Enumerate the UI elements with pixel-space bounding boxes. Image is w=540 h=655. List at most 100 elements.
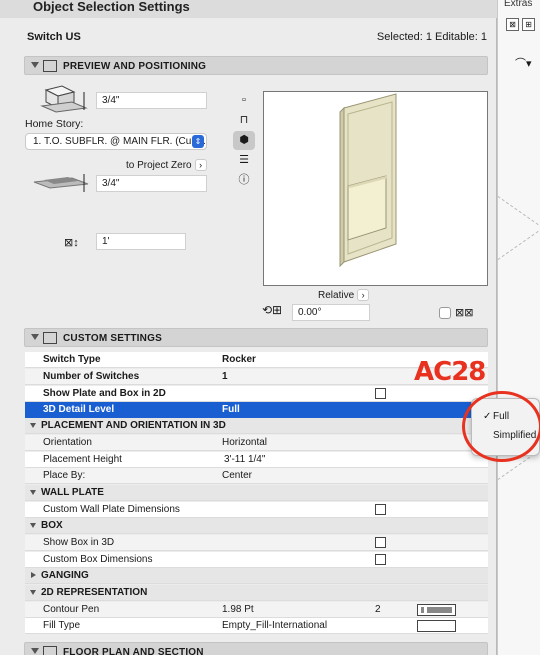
pen-swatch[interactable] <box>417 604 456 616</box>
param-row-3d-detail-level[interactable]: 3D Detail Level Full <box>25 402 488 418</box>
fill-swatch[interactable] <box>417 620 456 632</box>
param-row-custom-box[interactable]: Custom Box Dimensions <box>25 552 488 568</box>
param-group-placement[interactable]: PLACEMENT AND ORIENTATION IN 3D <box>25 418 488 434</box>
param-label: Fill Type <box>43 620 81 631</box>
section-view-icon[interactable]: ⊓ <box>233 111 255 130</box>
section-floor-plan-header[interactable]: FLOOR PLAN AND SECTION <box>24 642 488 655</box>
offset-field[interactable]: 3/4" <box>96 175 207 192</box>
param-label: Show Plate and Box in 2D <box>43 388 166 399</box>
collapse-triangle-icon[interactable] <box>30 590 36 595</box>
plan-view-icon[interactable]: ▫ <box>233 91 255 110</box>
param-label: 3D Detail Level <box>43 404 115 415</box>
custom-wall-plate-checkbox[interactable] <box>375 504 386 515</box>
preview-section-icon <box>43 60 57 72</box>
guide-line <box>498 192 540 229</box>
param-value[interactable]: Empty_Fill-International <box>222 620 327 631</box>
group-label: 2D REPRESENTATION <box>41 587 148 598</box>
mirror-icons[interactable]: ⊠⊠ <box>455 306 473 319</box>
param-label: Place By: <box>43 470 86 481</box>
extras-menu[interactable]: Extras <box>504 0 532 9</box>
param-row-orientation[interactable]: Orientation Horizontal <box>25 435 488 451</box>
mirror-checkbox[interactable] <box>439 307 451 319</box>
collapse-triangle-icon[interactable] <box>31 648 39 654</box>
param-row-show-plate-box[interactable]: Show Plate and Box in 2D <box>25 386 488 402</box>
param-label: Number of Switches <box>43 371 140 382</box>
info-icon[interactable]: ⓘ <box>233 171 255 190</box>
size-field[interactable]: 1' <box>96 233 186 250</box>
param-value[interactable]: Full <box>222 404 240 415</box>
view-toolbar: ▫ ⊓ ⬢ ☰ ⓘ <box>233 91 257 191</box>
chevron-right-icon[interactable]: › <box>194 159 207 171</box>
param-value[interactable]: 3'-11 1/4" <box>224 454 265 465</box>
to-project-zero[interactable]: to Project Zero › <box>126 159 207 171</box>
to-project-zero-label: to Project Zero <box>126 160 192 171</box>
param-label: Custom Wall Plate Dimensions <box>43 504 180 515</box>
floor-plan-icon <box>43 646 57 655</box>
param-group-box[interactable]: BOX <box>25 518 488 534</box>
param-group-wall-plate[interactable]: WALL PLATE <box>25 485 488 501</box>
collapse-triangle-icon[interactable] <box>30 523 36 528</box>
rotation-angle-icon: ⟲⊞ <box>262 303 283 317</box>
list-view-icon[interactable]: ☰ <box>233 151 255 170</box>
pen-number[interactable]: 2 <box>375 604 381 615</box>
group-label: WALL PLATE <box>41 487 104 498</box>
param-group-ganging[interactable]: GANGING <box>25 568 488 584</box>
collapse-triangle-icon[interactable] <box>31 334 39 340</box>
object-settings-dialog: Object Selection Settings Switch US Sele… <box>0 0 497 655</box>
window-title: Object Selection Settings <box>0 0 497 18</box>
version-annotation: AC28 <box>414 357 486 387</box>
show-plate-checkbox[interactable] <box>375 388 386 399</box>
switch-plate-preview <box>339 93 397 268</box>
param-row-fill-type[interactable]: Fill Type Empty_Fill-International <box>25 618 488 634</box>
offset-plane-icon <box>33 174 89 192</box>
3d-preview[interactable] <box>263 91 488 286</box>
elevation-cube-icon <box>40 85 88 113</box>
custom-box-checkbox[interactable] <box>375 554 386 565</box>
param-row-custom-wall-plate[interactable]: Custom Wall Plate Dimensions <box>25 502 488 518</box>
collapse-triangle-icon[interactable] <box>31 62 39 68</box>
collapse-triangle-icon[interactable] <box>30 490 36 495</box>
selection-info: Selected: 1 Editable: 1 <box>376 31 487 43</box>
3d-view-icon[interactable]: ⬢ <box>233 131 255 150</box>
header-row: Switch US Selected: 1 Editable: 1 <box>0 26 497 48</box>
param-value[interactable]: 1 <box>222 371 228 382</box>
param-label: Custom Box Dimensions <box>43 554 153 565</box>
toolbar-icon-a[interactable]: ⊠ <box>506 18 519 31</box>
param-value[interactable]: Center <box>222 470 252 481</box>
param-label: Switch Type <box>43 354 101 365</box>
param-group-2d-representation[interactable]: 2D REPRESENTATION <box>25 585 488 601</box>
size-icon: ⊠↕ <box>64 237 79 249</box>
relative-label: Relative <box>318 290 355 301</box>
arrow-tool-icon[interactable]: ⌒▾ <box>515 55 532 71</box>
background-app-panel: Extras ⊠ ⊞ ⌒▾ <box>497 0 540 655</box>
param-row-placement-height[interactable]: Placement Height 3'-11 1/4" <box>25 452 488 468</box>
elevation-field[interactable]: 3/4" <box>96 92 207 109</box>
expand-triangle-icon[interactable] <box>31 572 36 578</box>
param-value[interactable]: Horizontal <box>222 437 267 448</box>
section-title: PREVIEW AND POSITIONING <box>63 61 207 72</box>
group-label: GANGING <box>41 570 89 581</box>
param-value[interactable]: Rocker <box>222 354 256 365</box>
home-story-select[interactable]: 1. T.O. SUBFLR. @ MAIN FLR. (Curr... ⇕ <box>25 133 207 150</box>
pen-swatch-notch <box>424 607 427 613</box>
param-row-contour-pen[interactable]: Contour Pen 1.98 Pt 2 <box>25 602 488 618</box>
toolbar-icon-b[interactable]: ⊞ <box>522 18 535 31</box>
guide-line <box>498 227 540 264</box>
param-row-show-box-3d[interactable]: Show Box in 3D <box>25 535 488 551</box>
angle-field[interactable]: 0.00° <box>292 304 370 321</box>
custom-settings-icon <box>43 332 57 344</box>
select-arrows-icon: ⇕ <box>192 135 204 148</box>
relative-control[interactable]: Relative › <box>318 289 370 301</box>
section-title: CUSTOM SETTINGS <box>63 333 162 344</box>
section-custom-header[interactable]: CUSTOM SETTINGS <box>24 328 488 347</box>
param-label: Show Box in 3D <box>43 537 115 548</box>
param-row-place-by[interactable]: Place By: Center <box>25 468 488 484</box>
object-name: Switch US <box>27 31 81 43</box>
home-story-value: 1. T.O. SUBFLR. @ MAIN FLR. (Curr... <box>33 136 206 147</box>
show-box-3d-checkbox[interactable] <box>375 537 386 548</box>
chevron-right-icon[interactable]: › <box>357 289 370 301</box>
param-value[interactable]: 1.98 Pt <box>222 604 254 615</box>
param-label: Contour Pen <box>43 604 100 615</box>
section-preview-header[interactable]: PREVIEW AND POSITIONING <box>24 56 488 75</box>
collapse-triangle-icon[interactable] <box>30 423 36 428</box>
